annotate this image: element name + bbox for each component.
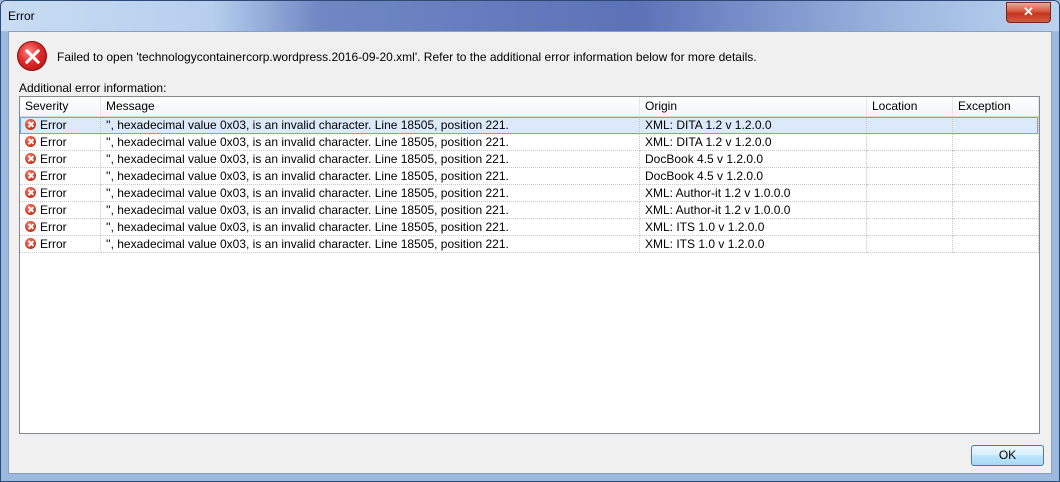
column-header-location[interactable]: Location <box>867 97 953 116</box>
origin-cell-text: XML: Author-it 1.2 v 1.0.0.0 <box>645 203 791 217</box>
column-header-origin[interactable]: Origin <box>640 97 867 116</box>
severity-cell-text: Error <box>40 135 67 149</box>
error-icon <box>25 187 36 198</box>
origin-cell-text: XML: ITS 1.0 v 1.2.0.0 <box>645 237 765 251</box>
severity-cell: Error <box>20 236 101 253</box>
error-icon <box>25 153 36 164</box>
severity-cell-text: Error <box>40 203 67 217</box>
origin-cell-text: XML: DITA 1.2 v 1.2.0.0 <box>645 118 772 132</box>
origin-cell: XML: DITA 1.2 v 1.2.0.0 <box>640 134 867 151</box>
message-cell: '', hexadecimal value 0x03, is an invali… <box>101 219 640 236</box>
exception-cell <box>953 151 1039 168</box>
exception-cell <box>953 185 1039 202</box>
window-title: Error <box>8 9 35 23</box>
exception-cell <box>953 202 1039 219</box>
location-cell <box>867 151 953 168</box>
message-cell: '', hexadecimal value 0x03, is an invali… <box>101 168 640 185</box>
table-row[interactable]: Error '', hexadecimal value 0x03, is an i… <box>20 185 1039 202</box>
table-row[interactable]: Error '', hexadecimal value 0x03, is an i… <box>20 117 1039 134</box>
origin-cell: DocBook 4.5 v 1.2.0.0 <box>640 151 867 168</box>
origin-cell: XML: Author-it 1.2 v 1.0.0.0 <box>640 202 867 219</box>
message-cell: '', hexadecimal value 0x03, is an invali… <box>101 134 640 151</box>
error-icon <box>25 238 36 249</box>
origin-cell: XML: Author-it 1.2 v 1.0.0.0 <box>640 185 867 202</box>
error-icon <box>25 204 36 215</box>
severity-cell: Error <box>20 134 101 151</box>
ok-button[interactable]: OK <box>971 445 1044 466</box>
location-cell <box>867 236 953 253</box>
location-cell <box>867 185 953 202</box>
severity-cell: Error <box>20 168 101 185</box>
message-cell-text: '', hexadecimal value 0x03, is an invali… <box>106 169 509 183</box>
message-cell: '', hexadecimal value 0x03, is an invali… <box>101 202 640 219</box>
severity-cell-text: Error <box>40 169 67 183</box>
error-message: Failed to open 'technologycontainercorp.… <box>57 50 757 64</box>
error-icon <box>25 119 36 130</box>
error-icon <box>25 170 36 181</box>
table-row[interactable]: Error '', hexadecimal value 0x03, is an i… <box>20 202 1039 219</box>
message-cell: '', hexadecimal value 0x03, is an invali… <box>101 236 640 253</box>
error-icon <box>25 221 36 232</box>
severity-cell-text: Error <box>40 118 67 132</box>
table-row[interactable]: Error '', hexadecimal value 0x03, is an i… <box>20 168 1039 185</box>
message-cell-text: '', hexadecimal value 0x03, is an invali… <box>106 220 509 234</box>
exception-cell <box>953 134 1039 151</box>
severity-cell: Error <box>20 219 101 236</box>
message-cell-text: '', hexadecimal value 0x03, is an invali… <box>106 152 509 166</box>
location-cell <box>867 219 953 236</box>
close-button[interactable]: ✕ <box>1006 2 1051 23</box>
severity-cell-text: Error <box>40 186 67 200</box>
error-dialog: Error ✕ Failed to open 'technologycontai… <box>0 0 1060 482</box>
table-header: Severity Message Origin Location Excepti… <box>20 97 1039 117</box>
severity-cell: Error <box>20 185 101 202</box>
message-cell: '', hexadecimal value 0x03, is an invali… <box>101 185 640 202</box>
message-cell-text: '', hexadecimal value 0x03, is an invali… <box>106 186 509 200</box>
location-cell <box>867 117 953 134</box>
exception-cell <box>953 168 1039 185</box>
origin-cell-text: DocBook 4.5 v 1.2.0.0 <box>645 152 764 166</box>
severity-cell-text: Error <box>40 237 67 251</box>
column-header-message[interactable]: Message <box>101 97 640 116</box>
location-cell <box>867 168 953 185</box>
severity-cell: Error <box>20 151 101 168</box>
message-cell: '', hexadecimal value 0x03, is an invali… <box>101 117 640 134</box>
table-row[interactable]: Error '', hexadecimal value 0x03, is an i… <box>20 236 1039 253</box>
message-cell-text: '', hexadecimal value 0x03, is an invali… <box>106 237 509 251</box>
exception-cell <box>953 117 1039 134</box>
origin-cell-text: XML: DITA 1.2 v 1.2.0.0 <box>645 135 772 149</box>
origin-cell-text: DocBook 4.5 v 1.2.0.0 <box>645 169 764 183</box>
origin-cell-text: XML: ITS 1.0 v 1.2.0.0 <box>645 220 765 234</box>
close-icon: ✕ <box>1023 4 1034 19</box>
table-row[interactable]: Error '', hexadecimal value 0x03, is an i… <box>20 219 1039 236</box>
dialog-body: Failed to open 'technologycontainercorp.… <box>8 31 1052 474</box>
severity-cell: Error <box>20 117 101 134</box>
severity-cell: Error <box>20 202 101 219</box>
column-header-exception[interactable]: Exception <box>953 97 1039 116</box>
origin-cell: XML: ITS 1.0 v 1.2.0.0 <box>640 236 867 253</box>
message-cell-text: '', hexadecimal value 0x03, is an invali… <box>106 118 509 132</box>
severity-cell-text: Error <box>40 220 67 234</box>
table-row[interactable]: Error '', hexadecimal value 0x03, is an i… <box>20 134 1039 151</box>
message-cell-text: '', hexadecimal value 0x03, is an invali… <box>106 135 509 149</box>
location-cell <box>867 202 953 219</box>
origin-cell: XML: ITS 1.0 v 1.2.0.0 <box>640 219 867 236</box>
error-table[interactable]: Severity Message Origin Location Excepti… <box>19 96 1040 434</box>
severity-cell-text: Error <box>40 152 67 166</box>
message-cell: '', hexadecimal value 0x03, is an invali… <box>101 151 640 168</box>
message-cell-text: '', hexadecimal value 0x03, is an invali… <box>106 203 509 217</box>
table-row[interactable]: Error '', hexadecimal value 0x03, is an i… <box>20 151 1039 168</box>
error-icon <box>17 41 47 71</box>
location-cell <box>867 134 953 151</box>
additional-info-label: Additional error information: <box>19 81 167 95</box>
column-header-severity[interactable]: Severity <box>20 97 101 116</box>
error-icon <box>25 136 36 147</box>
origin-cell: DocBook 4.5 v 1.2.0.0 <box>640 168 867 185</box>
title-bar[interactable]: Error ✕ <box>1 1 1059 31</box>
origin-cell: XML: DITA 1.2 v 1.2.0.0 <box>640 117 867 134</box>
exception-cell <box>953 236 1039 253</box>
origin-cell-text: XML: Author-it 1.2 v 1.0.0.0 <box>645 186 791 200</box>
exception-cell <box>953 219 1039 236</box>
